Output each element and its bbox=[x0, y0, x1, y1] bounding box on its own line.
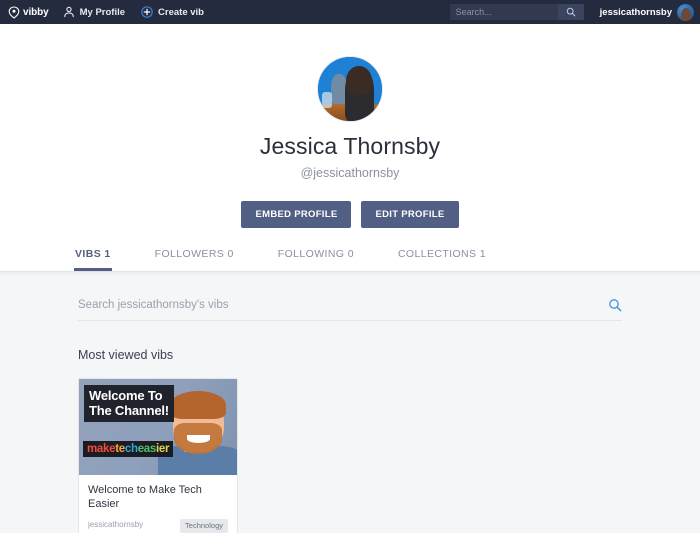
nav-item-create-vib-label: Create vib bbox=[158, 6, 204, 18]
edit-profile-button[interactable]: EDIT PROFILE bbox=[361, 201, 459, 228]
logo-part-1: make bbox=[87, 443, 116, 455]
thumbnail-brand-logo: maketecheasier bbox=[83, 441, 174, 457]
person-icon bbox=[63, 6, 75, 18]
top-navigation-bar: vibby My Profile Create vib Search... je… bbox=[0, 0, 700, 24]
tab-following[interactable]: FOLLOWING 0 bbox=[278, 248, 354, 271]
nav-user-menu[interactable]: jessicathornsby bbox=[599, 3, 694, 21]
logo-part-5: ier bbox=[155, 443, 170, 455]
plus-circle-icon bbox=[141, 6, 153, 18]
main-content: Most viewed vibs Welcome To The Channel! bbox=[0, 298, 700, 533]
profile-handle: @jessicathornsby bbox=[300, 166, 400, 180]
status-badge[interactable]: Technology bbox=[180, 518, 228, 533]
profile-action-buttons: EMBED PROFILE EDIT PROFILE bbox=[0, 201, 700, 228]
header-shadow bbox=[0, 272, 700, 276]
search-icon bbox=[608, 298, 622, 312]
vib-search-row bbox=[78, 298, 622, 321]
brand-logo-link[interactable]: vibby bbox=[8, 5, 49, 19]
nav-item-my-profile-label: My Profile bbox=[79, 6, 126, 18]
thumbnail-title-line-1: Welcome To bbox=[89, 388, 163, 403]
vib-thumbnail[interactable]: Welcome To The Channel! maketecheasier bbox=[79, 379, 237, 475]
card-meta: jessicathornsby 27 minutes ago bbox=[88, 519, 143, 533]
nav-item-my-profile[interactable]: My Profile bbox=[63, 6, 125, 18]
card-body: Welcome to Make Tech Easier jessicathorn… bbox=[79, 475, 237, 533]
logo-part-4: eas bbox=[137, 443, 157, 455]
profile-tabs: VIBS 1 FOLLOWERS 0 FOLLOWING 0 COLLECTIO… bbox=[0, 248, 700, 271]
header-divider bbox=[0, 271, 700, 272]
card-meta-row: jessicathornsby 27 minutes ago Technolog… bbox=[88, 518, 228, 533]
nav-left-group: vibby My Profile Create vib bbox=[8, 5, 220, 19]
tab-followers[interactable]: FOLLOWERS 0 bbox=[155, 248, 234, 271]
profile-header: Jessica Thornsby @jessicathornsby EMBED … bbox=[0, 24, 700, 272]
nav-right-group: jessicathornsby bbox=[449, 0, 694, 24]
vib-card-list: Welcome To The Channel! maketecheasier W… bbox=[78, 378, 622, 533]
list-item[interactable]: Welcome To The Channel! maketecheasier W… bbox=[78, 378, 238, 533]
nav-username: jessicathornsby bbox=[599, 6, 672, 18]
nav-item-create-vib[interactable]: Create vib bbox=[141, 6, 204, 18]
search-icon bbox=[566, 7, 576, 17]
embed-profile-button[interactable]: EMBED PROFILE bbox=[241, 201, 352, 228]
brand-name: vibby bbox=[23, 6, 49, 18]
profile-avatar[interactable] bbox=[317, 56, 383, 122]
thumbnail-title-line-2: The Channel! bbox=[89, 403, 169, 419]
tab-collections[interactable]: COLLECTIONS 1 bbox=[398, 248, 486, 271]
page-title: Jessica Thornsby bbox=[259, 133, 441, 159]
avatar[interactable] bbox=[677, 3, 694, 21]
vib-search-button[interactable] bbox=[608, 298, 622, 312]
search-input[interactable] bbox=[78, 299, 608, 311]
section-title: Most viewed vibs bbox=[78, 348, 174, 362]
card-author[interactable]: jessicathornsby bbox=[88, 519, 143, 531]
global-search-input[interactable] bbox=[449, 4, 558, 20]
avatar-hair bbox=[346, 65, 372, 96]
nav-search-group bbox=[449, 4, 584, 20]
avatar-glass bbox=[321, 91, 333, 109]
logo-part-2: te bbox=[115, 443, 125, 455]
global-search-button[interactable] bbox=[557, 4, 584, 20]
card-title[interactable]: Welcome to Make Tech Easier bbox=[88, 484, 228, 512]
logo-part-3: ch bbox=[124, 443, 138, 455]
thumbnail-overlay-title: Welcome To The Channel! bbox=[84, 385, 174, 422]
thumbnail-person-hair bbox=[169, 390, 227, 420]
shield-pin-icon bbox=[8, 5, 20, 19]
tab-vibs[interactable]: VIBS 1 bbox=[74, 248, 112, 271]
